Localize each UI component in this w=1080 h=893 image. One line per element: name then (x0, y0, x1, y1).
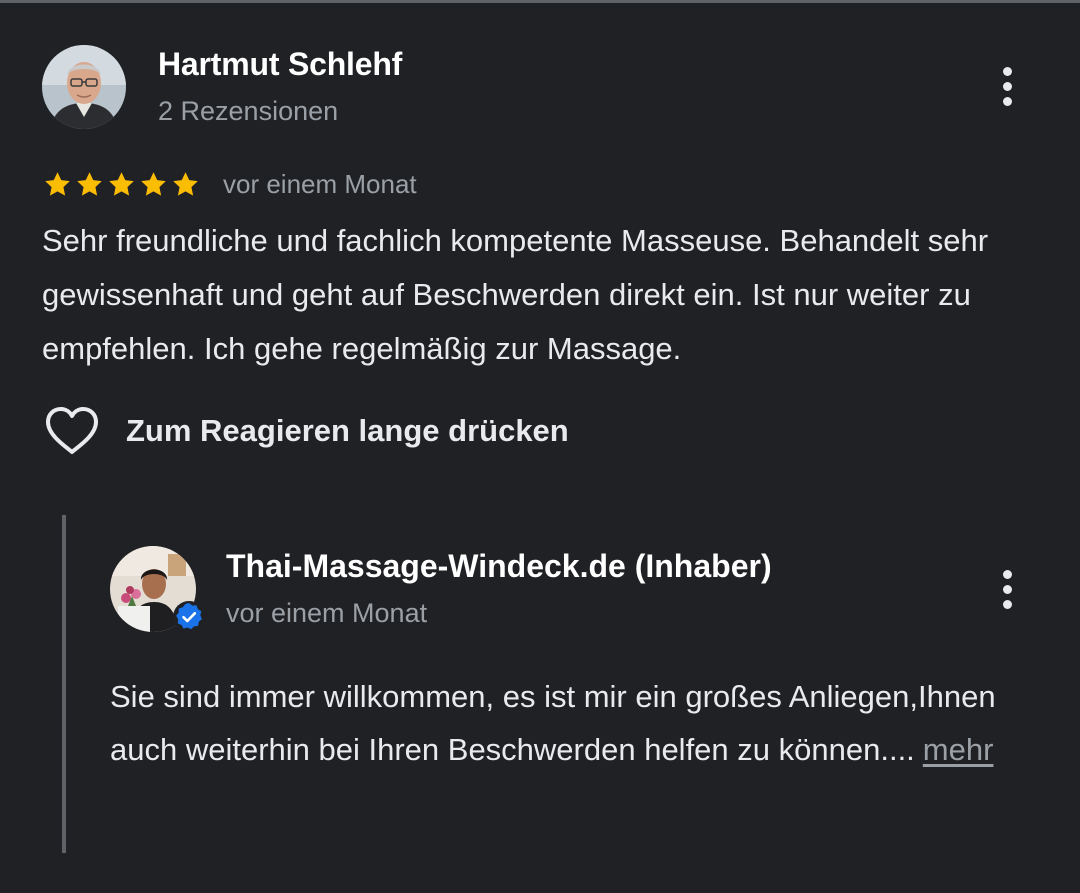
react-label: Zum Reagieren lange drücken (126, 413, 569, 448)
dot (1002, 584, 1012, 594)
owner-reply-body: Sie sind immer willkommen, es ist mir ei… (110, 679, 996, 767)
review-date: vor einem Monat (223, 168, 417, 199)
star-icon (141, 171, 166, 196)
dot (1002, 96, 1012, 106)
dot (1002, 66, 1012, 76)
rating-row: vor einem Monat (42, 166, 417, 202)
reviewer-review-count[interactable]: 2 Rezensionen (158, 96, 338, 127)
owner-reply-date: vor einem Monat (226, 598, 428, 628)
reviewer-avatar[interactable] (42, 45, 126, 129)
star-rating (42, 169, 201, 200)
star-icon (45, 171, 70, 196)
dot (1002, 569, 1012, 579)
dot (1002, 81, 1012, 91)
verified-badge-icon (173, 601, 205, 633)
star-icon (77, 171, 102, 196)
review-more-options-icon[interactable] (987, 58, 1027, 114)
reply-more-options-icon[interactable] (987, 561, 1027, 617)
reply-indent-bar (62, 515, 66, 853)
owner-name[interactable]: Thai-Massage-Windeck.de (Inhaber) (226, 548, 772, 585)
heart-outline-icon (46, 407, 98, 454)
review-card: Hartmut Schlehf 2 Rezensionen vor einem … (0, 0, 1080, 893)
owner-reply-text: Sie sind immer willkommen, es ist mir ei… (110, 670, 1050, 776)
star-icon (109, 171, 134, 196)
react-button[interactable]: Zum Reagieren lange drücken (44, 403, 569, 459)
more-link[interactable]: mehr (923, 732, 994, 767)
reviewer-name[interactable]: Hartmut Schlehf (158, 46, 402, 83)
dot (1002, 599, 1012, 609)
star-icon (173, 171, 198, 196)
review-text: Sehr freundliche und fachlich kompetente… (42, 223, 989, 366)
